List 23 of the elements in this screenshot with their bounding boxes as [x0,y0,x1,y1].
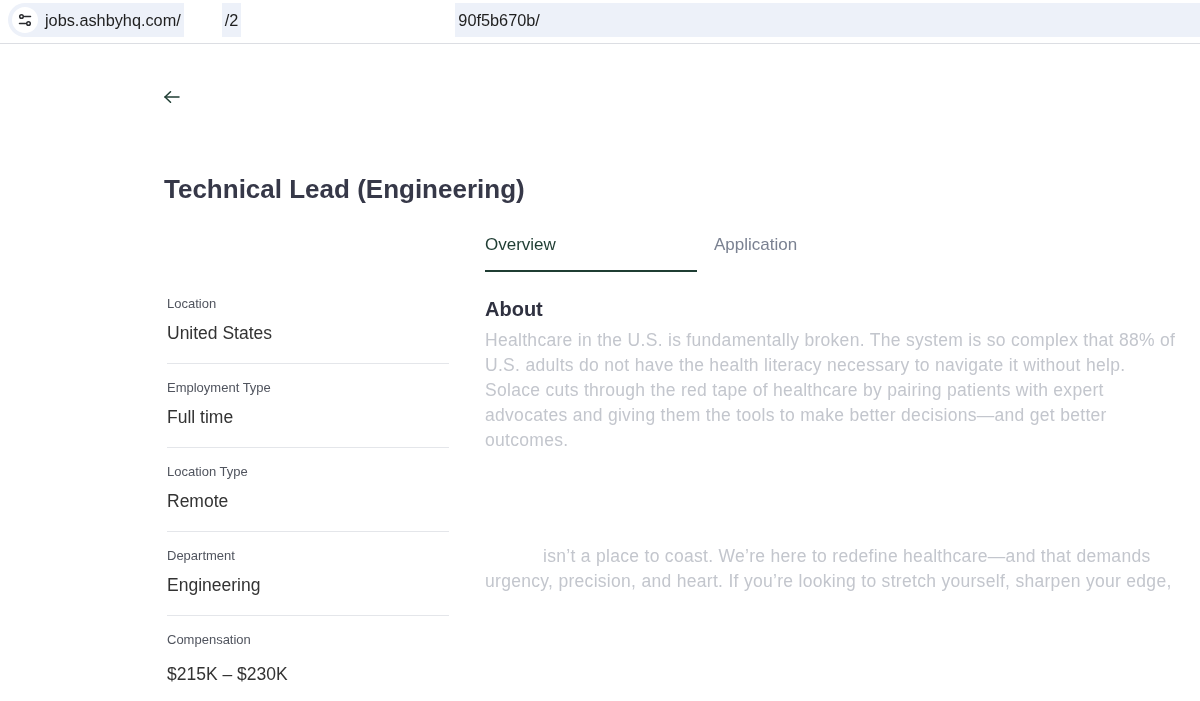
sliders-icon[interactable] [12,7,38,33]
address-bar[interactable]: jobs.ashbyhq.com/ /2 90f5b670b/ [8,3,1200,37]
field-label: Location Type [167,464,249,480]
section-heading: About [485,297,543,322]
tab[interactable]: Overview [485,234,697,272]
field-label: Employment Type [167,380,272,396]
field-value: Engineering [167,574,262,597]
url-text: /2 [224,10,239,30]
field-value: $215K – $230K [167,663,289,686]
field-value: Remote [167,490,230,513]
tab[interactable]: Application [714,234,798,272]
back-button[interactable] [164,91,180,103]
field-label: Department [167,548,236,564]
paragraph: Healthcare in the U.S. is fundamentally broken. The system is so complex that 88% of U.S. adults do not have the health literacy necessary to navigate it without help. Solace cuts through the red tape of healthcare by pairing patients with expert advocates and giving them the tools to make better decisions—and get better outcomes. [485,329,1177,452]
field-value: Full time [167,406,235,429]
url-text: jobs.ashbyhq.com/ [45,10,181,30]
field-label: Compensation [167,632,252,648]
arrow-left-icon [164,91,180,103]
field-value: United States [167,322,274,345]
field-label: Location [167,296,218,312]
paragraph: isn’t a place to coast. We’re here to redefine healthcare—and that demands urgency, precision, and heart. If you’re looking to stretch yourself, sharpen your edge, [485,545,1173,593]
job-title: Technical Lead (Engineering) [164,173,525,205]
url-text: 90f5b670b/ [458,10,540,30]
